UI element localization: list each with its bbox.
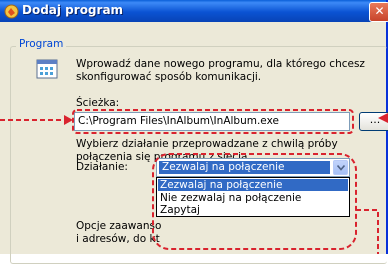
annotation-connector xyxy=(356,209,379,254)
annotation-overlay xyxy=(0,109,388,254)
annotation-box-dropdown xyxy=(152,153,357,250)
annotation-arrowhead-left xyxy=(64,115,73,125)
annotation-box-path xyxy=(72,109,354,134)
annotation-arrowhead-right xyxy=(378,113,388,123)
